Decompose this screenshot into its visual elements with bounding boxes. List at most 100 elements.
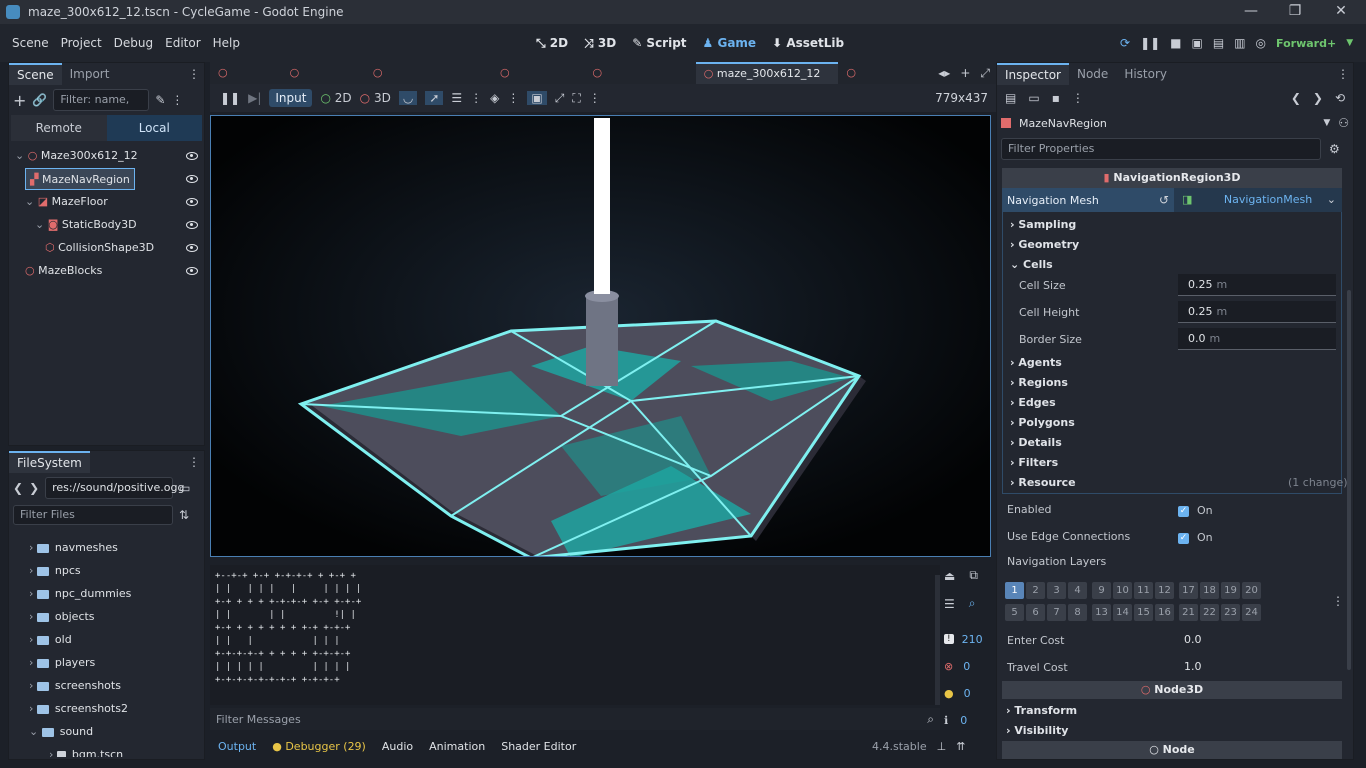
scroll-tabs-icon[interactable]: ◂▸ bbox=[938, 66, 950, 80]
nav-layer-23[interactable]: 23 bbox=[1221, 604, 1240, 621]
fullscreen-icon[interactable]: ⛶ bbox=[572, 91, 580, 106]
play-custom-icon[interactable]: ▥ bbox=[1234, 36, 1245, 50]
tree-item-staticbody3d[interactable]: ⌄ ◙ StaticBody3D bbox=[35, 214, 137, 236]
layers-menu-icon[interactable]: ⋮ bbox=[1332, 594, 1344, 608]
file-item-old[interactable]: › old bbox=[29, 629, 72, 651]
more-icon[interactable]: ⋮ bbox=[507, 91, 519, 105]
file-filter-input[interactable]: Filter Files bbox=[13, 505, 173, 525]
tree-item-collisionshape3d[interactable]: ⬡ CollisionShape3D bbox=[45, 237, 154, 259]
renderer-select[interactable]: Forward+ bbox=[1276, 37, 1336, 50]
node-dropdown-icon[interactable]: ▼ bbox=[1323, 118, 1330, 128]
section-resource[interactable]: › Resource bbox=[1010, 476, 1076, 489]
visibility-eye-icon[interactable] bbox=[186, 267, 198, 275]
enter-cost-field[interactable]: 0.0 bbox=[1174, 629, 1340, 651]
distraction-free-icon[interactable]: ⤢ bbox=[980, 66, 990, 81]
tab-filesystem[interactable]: FileSystem bbox=[9, 451, 90, 473]
visibility-eye-icon[interactable] bbox=[186, 221, 198, 229]
expand-chevron-icon[interactable]: ⌄ bbox=[25, 195, 38, 208]
error-count[interactable]: ⊗ 0 bbox=[944, 655, 990, 677]
revert-icon[interactable]: ↺ bbox=[1154, 193, 1174, 207]
play-scene-icon[interactable]: ▤ bbox=[1213, 36, 1224, 50]
bottom-tab-animation[interactable]: Animation bbox=[421, 740, 493, 753]
section-visibility[interactable]: › Visibility bbox=[1006, 724, 1068, 737]
editor-tab-data-capsule[interactable]: ○ data_capsule bbox=[838, 62, 938, 101]
remote-debug-icon[interactable]: ▣ bbox=[1192, 36, 1203, 50]
section-sampling[interactable]: › Sampling bbox=[1010, 218, 1076, 231]
inspector-tab-inspector[interactable]: Inspector bbox=[997, 63, 1069, 85]
file-item-screenshots[interactable]: › screenshots bbox=[29, 675, 121, 697]
folder-chevron-icon[interactable]: › bbox=[29, 656, 37, 669]
section-edges[interactable]: › Edges bbox=[1010, 396, 1056, 409]
edge-connections-checkbox[interactable]: ✓ On bbox=[1178, 531, 1213, 544]
nav-layer-2[interactable]: 2 bbox=[1026, 582, 1045, 599]
nav-layer-8[interactable]: 8 bbox=[1068, 604, 1087, 621]
folder-chevron-icon[interactable]: › bbox=[29, 564, 37, 577]
nav-layer-9[interactable]: 9 bbox=[1092, 582, 1111, 599]
folder-chevron-icon[interactable]: › bbox=[29, 541, 37, 554]
expand-chevron-icon[interactable]: ⌄ bbox=[15, 149, 28, 162]
back-icon[interactable]: ❮ bbox=[13, 481, 23, 495]
add-tab-icon[interactable]: + bbox=[960, 66, 970, 80]
folder-chevron-icon[interactable]: › bbox=[29, 702, 37, 715]
object-history-icon[interactable]: ⟲ bbox=[1335, 91, 1345, 105]
dock-menu-icon[interactable]: ⋮ bbox=[188, 67, 200, 81]
file-item-objects[interactable]: › objects bbox=[29, 606, 95, 628]
game-viewport[interactable] bbox=[210, 115, 991, 557]
file-item-screenshots2[interactable]: › screenshots2 bbox=[29, 698, 128, 720]
file-item-sound[interactable]: ⌄ sound bbox=[29, 721, 93, 743]
folder-chevron-icon[interactable]: › bbox=[49, 748, 57, 757]
save-resource-icon[interactable]: ▪ bbox=[1052, 91, 1060, 105]
bottom-tab-output[interactable]: Output bbox=[210, 740, 264, 753]
file-item-npcs[interactable]: › npcs bbox=[29, 560, 81, 582]
section-agents[interactable]: › Agents bbox=[1010, 356, 1062, 369]
message-filter[interactable]: Filter Messages ⌕ bbox=[210, 708, 940, 730]
enabled-checkbox[interactable]: ✓ On bbox=[1178, 504, 1213, 517]
editor-tab-the-range[interactable]: ○ the_range bbox=[282, 62, 365, 101]
history-forward-icon[interactable]: ❯ bbox=[1313, 91, 1323, 105]
nav-layer-19[interactable]: 19 bbox=[1221, 582, 1240, 599]
nav-layer-1[interactable]: 1 bbox=[1005, 582, 1024, 599]
pause-game-icon[interactable]: ❚❚ bbox=[220, 91, 240, 105]
scene-menu-icon[interactable]: ⋮ bbox=[171, 93, 183, 107]
warning-count[interactable]: ● 0 bbox=[944, 682, 990, 704]
inspector-menu-icon[interactable]: ⋮ bbox=[1337, 67, 1349, 81]
history-back-icon[interactable]: ❮ bbox=[1291, 91, 1301, 105]
property-tools-icon[interactable]: ⚙ bbox=[1329, 142, 1340, 156]
editor-tab-maze-300x612-12[interactable]: ○ maze_300x612_12 ✕ bbox=[695, 62, 839, 100]
bottom-tab-audio[interactable]: Audio bbox=[374, 740, 421, 753]
folder-chevron-icon[interactable]: › bbox=[29, 587, 37, 600]
cell-size-field[interactable]: 0.25 m bbox=[1178, 274, 1336, 296]
nav-layer-21[interactable]: 21 bbox=[1179, 604, 1198, 621]
nav-layer-3[interactable]: 3 bbox=[1047, 582, 1066, 599]
stop-icon[interactable]: ■ bbox=[1170, 36, 1181, 50]
section-filters[interactable]: › Filters bbox=[1010, 456, 1058, 469]
close-icon[interactable]: ✕ bbox=[1318, 0, 1364, 24]
folder-chevron-icon[interactable]: › bbox=[29, 633, 37, 646]
pause-icon[interactable]: ❚❚ bbox=[1140, 36, 1160, 50]
info-count[interactable]: ℹ0 bbox=[944, 709, 990, 731]
search-output-icon[interactable]: ⌕ bbox=[969, 596, 976, 611]
menu-project[interactable]: Project bbox=[55, 36, 108, 50]
travel-cost-field[interactable]: 1.0 bbox=[1174, 656, 1340, 678]
nav-layer-15[interactable]: 15 bbox=[1134, 604, 1153, 621]
reload-icon[interactable]: ⟳ bbox=[1120, 36, 1130, 50]
open-resource-icon[interactable]: ▭ bbox=[1028, 91, 1039, 105]
inspector-scrollbar[interactable] bbox=[1347, 290, 1351, 670]
fit-icon[interactable]: ▣ bbox=[527, 91, 547, 105]
split-view-icon[interactable]: ▭ bbox=[179, 481, 190, 495]
copy-output-icon[interactable]: ⧉ bbox=[969, 568, 978, 583]
scene-filter-input[interactable]: Filter: name, t:t bbox=[53, 89, 150, 126]
nav-layer-4[interactable]: 4 bbox=[1068, 582, 1087, 599]
expand-panel-icon[interactable]: ⇈ bbox=[956, 740, 965, 753]
menu-editor[interactable]: Editor bbox=[159, 36, 207, 50]
nav-layer-16[interactable]: 16 bbox=[1155, 604, 1174, 621]
section-cells[interactable]: ⌄ Cells bbox=[1010, 258, 1053, 271]
camera-override-icon[interactable]: ◡ bbox=[398, 91, 418, 105]
nav-layer-7[interactable]: 7 bbox=[1047, 604, 1066, 621]
folder-chevron-icon[interactable]: › bbox=[29, 679, 37, 692]
section-details[interactable]: › Details bbox=[1010, 436, 1062, 449]
editor-tab-maze-block-12[interactable]: ○ maze_block_12 bbox=[585, 62, 696, 101]
section-polygons[interactable]: › Polygons bbox=[1010, 416, 1075, 429]
folder-chevron-icon[interactable]: ⌄ bbox=[29, 725, 42, 738]
workspace-assetlib[interactable]: ⬇ AssetLib bbox=[764, 36, 852, 50]
